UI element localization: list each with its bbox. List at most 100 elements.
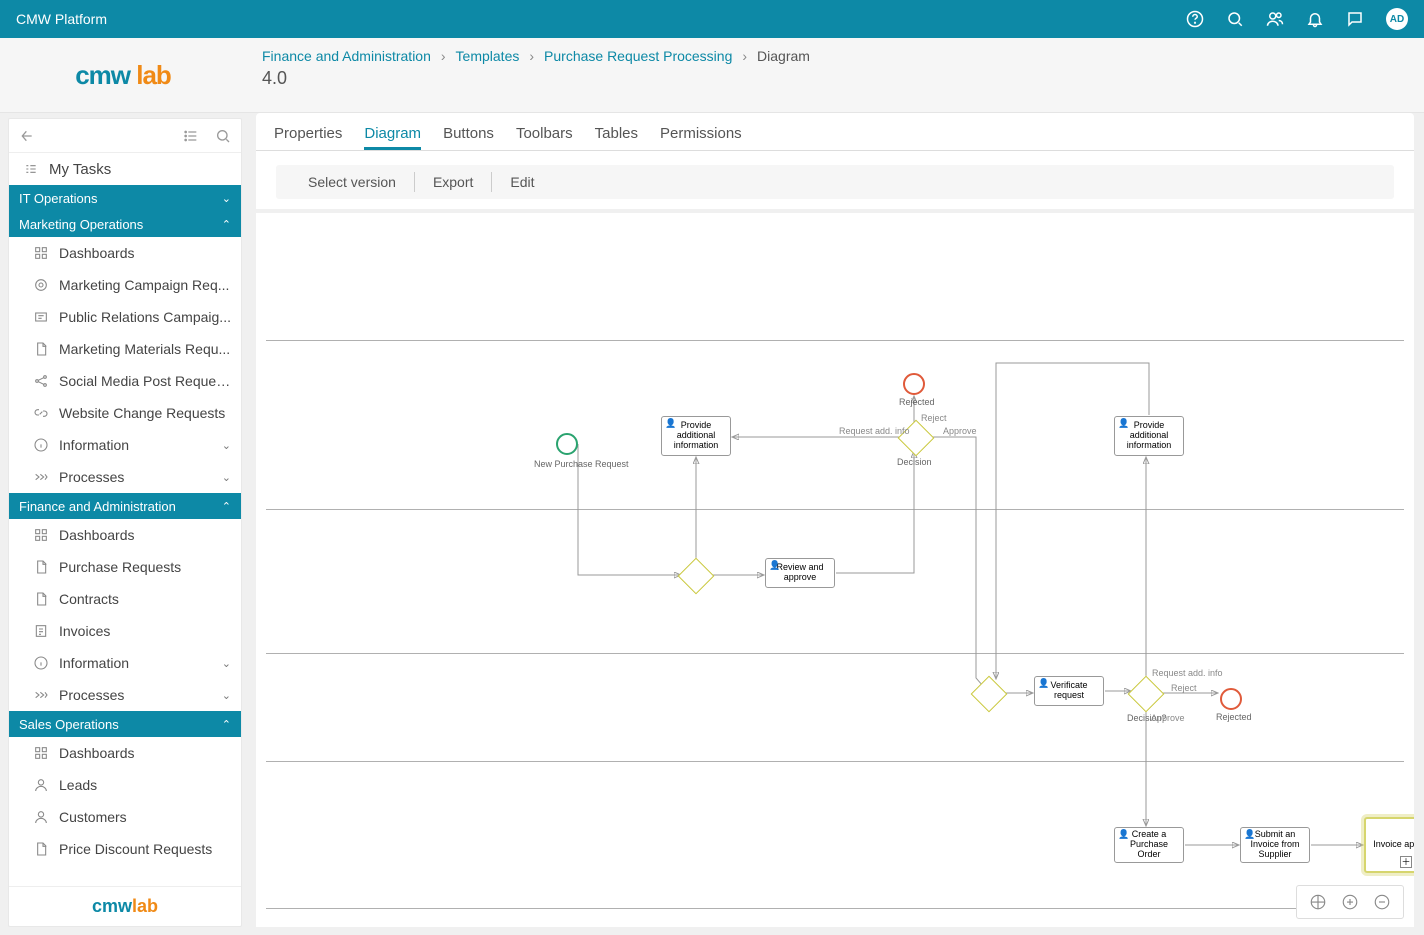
grid-icon	[33, 527, 49, 543]
user-icon	[33, 809, 49, 825]
end-event-label: Rejected	[899, 397, 935, 407]
task-node[interactable]: 👤Create a Purchase Order	[1114, 827, 1184, 863]
breadcrumb-item[interactable]: Finance and Administration	[262, 48, 431, 64]
avatar[interactable]: AD	[1386, 8, 1408, 30]
nav-section-sales-operations[interactable]: Sales Operations⌃	[9, 711, 241, 737]
info-icon	[33, 655, 49, 671]
task-node[interactable]: 👤Provide additional information	[661, 416, 731, 456]
info-icon	[33, 437, 49, 453]
nav-item-contracts[interactable]: Contracts	[9, 583, 241, 615]
zoom-controls	[1296, 885, 1404, 919]
nav-item-label: Processes	[59, 687, 124, 703]
nav-item-public-relations-campaig-[interactable]: Public Relations Campaig...	[9, 301, 241, 333]
chevron-down-icon: ⌄	[222, 192, 231, 205]
tab-buttons[interactable]: Buttons	[443, 125, 494, 150]
nav-item-label: Dashboards	[59, 245, 135, 261]
nav-item-marketing-campaign-req-[interactable]: Marketing Campaign Req...	[9, 269, 241, 301]
start-event[interactable]	[556, 433, 578, 455]
nav-item-dashboards[interactable]: Dashboards	[9, 237, 241, 269]
task-node[interactable]: Invoice approval＋	[1364, 817, 1414, 873]
bell-icon[interactable]	[1306, 10, 1324, 28]
task-node[interactable]: 👤Review and approve	[765, 558, 835, 588]
nav-item-label: Price Discount Requests	[59, 841, 212, 857]
nav-item-purchase-requests[interactable]: Purchase Requests	[9, 551, 241, 583]
tab-diagram[interactable]: Diagram	[364, 125, 421, 150]
nav-item-information[interactable]: Information⌄	[9, 429, 241, 461]
edge-label: Approve	[1151, 713, 1185, 723]
nav-item-label: Leads	[59, 777, 97, 793]
user-icon	[33, 777, 49, 793]
nav-item-website-change-requests[interactable]: Website Change Requests	[9, 397, 241, 429]
tab-tables[interactable]: Tables	[595, 125, 638, 150]
nav-item-leads[interactable]: Leads	[9, 769, 241, 801]
user-task-icon: 👤	[665, 419, 676, 429]
diagram-canvas[interactable]: New Purchase RequestRejectedRejectedDeci…	[256, 213, 1414, 927]
gateway[interactable]	[1128, 676, 1165, 713]
breadcrumb-item[interactable]: Templates	[456, 48, 520, 64]
process-icon	[33, 687, 49, 703]
task-node[interactable]: 👤Provide additional information	[1114, 416, 1184, 456]
nav-section-finance-and-administration[interactable]: Finance and Administration⌃	[9, 493, 241, 519]
end-event[interactable]	[1220, 688, 1242, 710]
export-button[interactable]: Export	[415, 174, 491, 190]
chevron-up-icon: ⌃	[222, 500, 231, 513]
breadcrumb-item[interactable]: Purchase Request Processing	[544, 48, 732, 64]
gateway[interactable]	[971, 676, 1008, 713]
tab-bar: Properties Diagram Buttons Toolbars Tables Pe…	[256, 113, 1414, 151]
tab-properties[interactable]: Properties	[274, 125, 342, 150]
task-label: Review and approve	[772, 563, 828, 583]
user-task-icon: 👤	[1118, 830, 1129, 840]
gateway[interactable]	[678, 558, 715, 595]
task-label: Submit an Invoice from Supplier	[1247, 830, 1303, 860]
chat-icon[interactable]	[1346, 10, 1364, 28]
nav-item-information[interactable]: Information⌄	[9, 647, 241, 679]
nav-item-processes[interactable]: Processes ⌄	[9, 679, 241, 711]
zoom-out-icon[interactable]	[1373, 893, 1391, 911]
task-node[interactable]: 👤Submit an Invoice from Supplier	[1240, 827, 1310, 863]
zoom-in-icon[interactable]	[1341, 893, 1359, 911]
chevron-down-icon: ⌄	[222, 689, 231, 702]
process-icon	[33, 469, 49, 485]
target-icon	[33, 277, 49, 293]
chevron-down-icon: ⌄	[222, 657, 231, 670]
nav-item-social-media-post-requests[interactable]: Social Media Post Requests	[9, 365, 241, 397]
logo[interactable]: cmw lab	[0, 38, 246, 112]
end-event[interactable]	[903, 373, 925, 395]
breadcrumb: Finance and Administration› Templates› P…	[262, 48, 1408, 64]
user-task-icon: 👤	[769, 561, 780, 571]
nav-item-price-discount-requests[interactable]: Price Discount Requests	[9, 833, 241, 865]
tab-permissions[interactable]: Permissions	[660, 125, 742, 150]
task-node[interactable]: 👤Verificate request	[1034, 676, 1104, 706]
chevron-down-icon: ⌄	[222, 439, 231, 452]
tab-toolbars[interactable]: Toolbars	[516, 125, 573, 150]
edge-label: Reject	[1171, 683, 1197, 693]
doc-icon	[33, 559, 49, 575]
edit-button[interactable]: Edit	[492, 174, 552, 190]
start-event-label: New Purchase Request	[534, 459, 629, 469]
list-icon[interactable]	[183, 128, 199, 144]
fit-icon[interactable]	[1309, 893, 1327, 911]
nav-item-customers[interactable]: Customers	[9, 801, 241, 833]
nav-item-label: Marketing Materials Requ...	[59, 341, 230, 357]
users-icon[interactable]	[1266, 10, 1284, 28]
invoice-icon	[33, 623, 49, 639]
sidebar-search-icon[interactable]	[215, 128, 231, 144]
nav-item-processes[interactable]: Processes⌄	[9, 461, 241, 493]
nav-section-marketing-operations[interactable]: Marketing Operations⌃	[9, 211, 241, 237]
grid-icon	[33, 245, 49, 261]
search-icon[interactable]	[1226, 10, 1244, 28]
nav-item-marketing-materials-requ-[interactable]: Marketing Materials Requ...	[9, 333, 241, 365]
task-label: Invoice approval	[1373, 840, 1414, 850]
nav-section-it-operations[interactable]: IT Operations⌄	[9, 185, 241, 211]
nav-mytasks[interactable]: My Tasks	[9, 153, 241, 185]
sidebar: My TasksIT Operations⌄Marketing Operatio…	[8, 118, 242, 927]
nav-item-label: Customers	[59, 809, 127, 825]
app-title: CMW Platform	[16, 11, 107, 27]
collapse-icon[interactable]	[19, 128, 35, 144]
help-icon[interactable]	[1186, 10, 1204, 28]
nav-item-invoices[interactable]: Invoices	[9, 615, 241, 647]
nav-item-dashboards[interactable]: Dashboards	[9, 519, 241, 551]
select-version-button[interactable]: Select version	[290, 174, 414, 190]
edge-label: Approve	[943, 426, 977, 436]
nav-item-dashboards[interactable]: Dashboards	[9, 737, 241, 769]
